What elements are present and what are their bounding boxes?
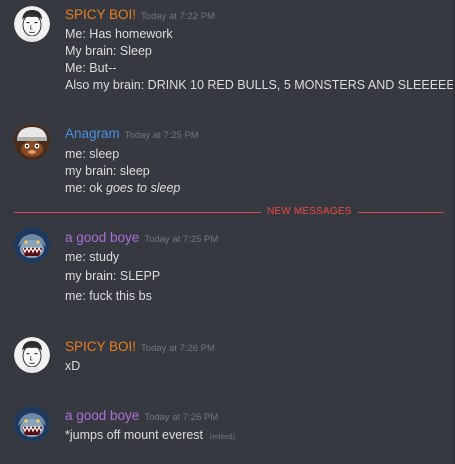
timestamp: Today at 7:22 PM xyxy=(141,11,215,22)
cartoon-face-avatar-icon xyxy=(14,6,50,42)
timestamp: Today at 7:26 PM xyxy=(144,412,219,423)
message-text: me: study xyxy=(65,250,120,264)
username[interactable]: Anagram xyxy=(65,126,120,141)
avatar[interactable] xyxy=(14,406,50,442)
message-text: Me: Has homework xyxy=(65,27,173,41)
message-header: Anagram Today at 7:25 PM xyxy=(65,126,199,144)
message-text-plain: me: ok xyxy=(65,181,106,195)
message-header: a good boye Today at 7:26 PM xyxy=(65,408,218,426)
avatar[interactable] xyxy=(14,337,50,373)
new-messages-label: NEW MESSAGES xyxy=(261,205,358,219)
hat-character-avatar-icon xyxy=(14,124,50,160)
message-text-italic: goes to sleep xyxy=(106,181,181,195)
snarling-creature-avatar-icon xyxy=(14,406,50,442)
timestamp: Today at 7:25 PM xyxy=(144,234,219,245)
message-header: SPICY BOI! Today at 7:26 PM xyxy=(65,339,215,357)
username[interactable]: SPICY BOI! xyxy=(65,339,136,354)
message-text: Me: But-- xyxy=(65,61,117,75)
message-text: my brain: sleep xyxy=(65,164,150,178)
message-text: me: ok goes to sleep xyxy=(65,180,180,196)
snarling-creature-avatar-icon xyxy=(14,227,50,263)
timestamp: Today at 7:25 PM xyxy=(124,130,199,141)
cartoon-face-avatar-icon xyxy=(14,337,50,373)
message-text-plain: *jumps off mount everest xyxy=(65,428,207,442)
edited-label: (edited) xyxy=(209,432,235,441)
username[interactable]: SPICY BOI! xyxy=(65,7,136,22)
message-text: me: sleep xyxy=(65,147,120,161)
message-header: a good boye Today at 7:25 PM xyxy=(65,230,218,248)
avatar[interactable] xyxy=(14,227,50,263)
message-text: my brain: SLEPP xyxy=(65,269,161,283)
timestamp: Today at 7:26 PM xyxy=(141,343,215,354)
message-header: SPICY BOI! Today at 7:22 PM xyxy=(65,7,215,25)
new-messages-divider xyxy=(14,212,444,213)
message-text: me: fuck this bs xyxy=(65,289,152,303)
avatar[interactable] xyxy=(14,6,50,42)
message-text: Also my brain: DRINK 10 RED BULLS, 5 MON… xyxy=(65,78,455,92)
avatar[interactable] xyxy=(14,124,50,160)
username[interactable]: a good boye xyxy=(65,230,139,245)
message-text: My brain: Sleep xyxy=(65,44,152,58)
message-text: *jumps off mount everest (edited) xyxy=(65,427,235,445)
username[interactable]: a good boye xyxy=(65,408,139,423)
message-text: xD xyxy=(65,359,81,373)
